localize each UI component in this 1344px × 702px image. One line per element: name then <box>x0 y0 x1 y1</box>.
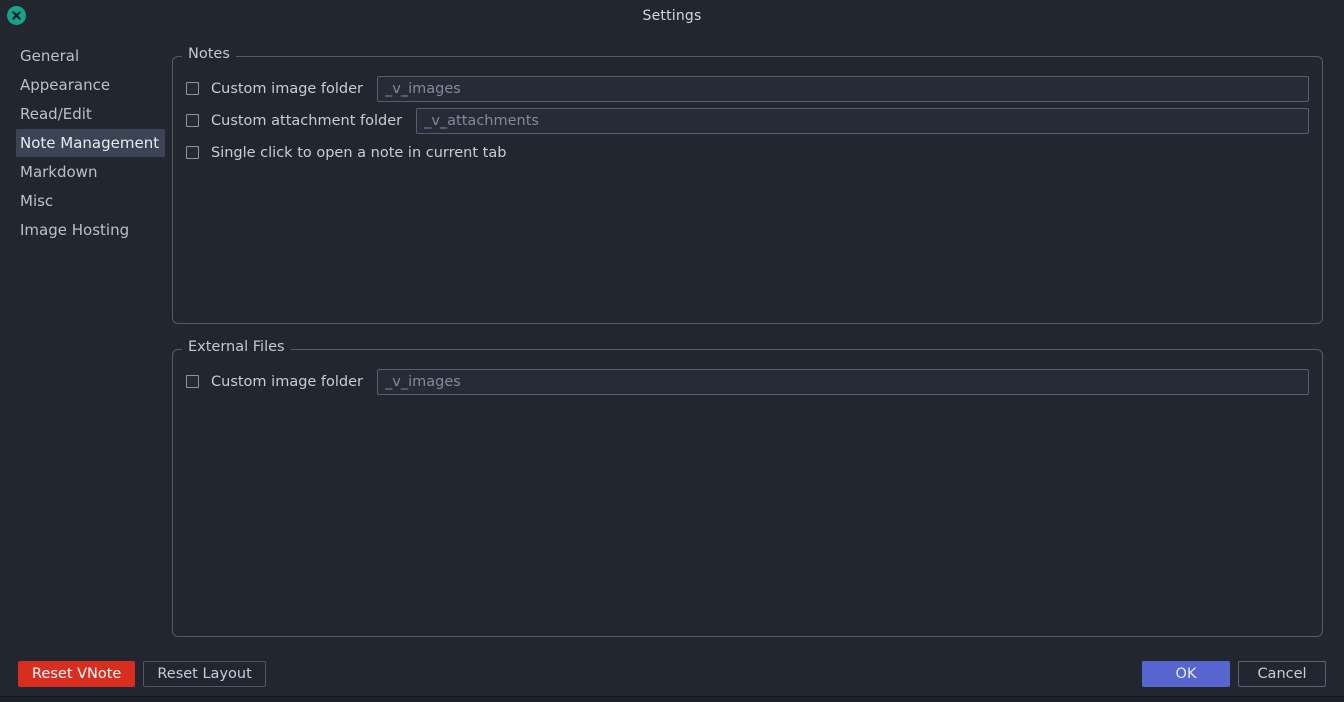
cancel-button[interactable]: Cancel <box>1238 661 1326 687</box>
checkbox-unchecked-icon[interactable] <box>186 146 199 159</box>
ok-button[interactable]: OK <box>1142 661 1230 687</box>
reset-vnote-button[interactable]: Reset VNote <box>18 661 136 687</box>
sidebar-item-appearance[interactable]: Appearance <box>16 71 116 99</box>
external-custom-image-folder-label: Custom image folder <box>211 373 364 390</box>
notes-single-click-open-row: Single click to open a note in current t… <box>186 137 1309 168</box>
settings-sidebar: General Appearance Read/Edit Note Manage… <box>0 42 172 652</box>
notes-custom-attachment-folder-label: Custom attachment folder <box>211 112 403 129</box>
sidebar-item-misc[interactable]: Misc <box>16 187 59 215</box>
notes-single-click-open-checkbox-label[interactable]: Single click to open a note in current t… <box>186 145 520 161</box>
notes-custom-attachment-folder-checkbox-label[interactable]: Custom attachment folder <box>186 113 416 129</box>
reset-layout-button[interactable]: Reset Layout <box>143 661 266 687</box>
notes-custom-image-folder-label: Custom image folder <box>211 80 364 97</box>
sidebar-item-markdown[interactable]: Markdown <box>16 158 103 186</box>
notes-custom-attachment-folder-row: Custom attachment folder <box>186 105 1309 136</box>
checkbox-unchecked-icon[interactable] <box>186 114 199 127</box>
external-custom-image-folder-checkbox-label[interactable]: Custom image folder <box>186 374 377 390</box>
notes-custom-image-folder-input[interactable] <box>377 75 1309 102</box>
notes-single-click-open-label: Single click to open a note in current t… <box>211 144 507 161</box>
close-circle-icon[interactable] <box>7 6 26 25</box>
external-custom-image-folder-input[interactable] <box>377 368 1309 395</box>
window-title: Settings <box>642 8 702 24</box>
notes-custom-attachment-folder-input[interactable] <box>416 107 1309 134</box>
sidebar-item-image-hosting[interactable]: Image Hosting <box>16 216 135 244</box>
notes-group-title: Notes <box>182 46 236 62</box>
settings-dialog: Settings General Appearance Read/Edit No… <box>0 0 1344 702</box>
dialog-body: General Appearance Read/Edit Note Manage… <box>0 32 1344 652</box>
window-bottom-edge <box>0 696 1344 702</box>
title-bar: Settings <box>0 0 1344 32</box>
sidebar-item-general[interactable]: General <box>16 42 85 70</box>
notes-custom-image-folder-row: Custom image folder <box>186 73 1309 104</box>
notes-custom-image-folder-checkbox-label[interactable]: Custom image folder <box>186 81 377 97</box>
notes-group-box: Notes Custom image folder Custom attachm… <box>172 46 1323 324</box>
checkbox-unchecked-icon[interactable] <box>186 375 199 388</box>
external-files-group-box: External Files Custom image folder <box>172 339 1323 637</box>
external-files-group-title: External Files <box>182 339 291 355</box>
sidebar-item-read-edit[interactable]: Read/Edit <box>16 100 98 128</box>
sidebar-item-note-management[interactable]: Note Management <box>16 129 166 157</box>
dialog-button-bar: Reset VNote Reset Layout OK Cancel <box>0 652 1344 696</box>
checkbox-unchecked-icon[interactable] <box>186 82 199 95</box>
settings-content-pane: Notes Custom image folder Custom attachm… <box>172 42 1344 652</box>
external-custom-image-folder-row: Custom image folder <box>186 366 1309 397</box>
